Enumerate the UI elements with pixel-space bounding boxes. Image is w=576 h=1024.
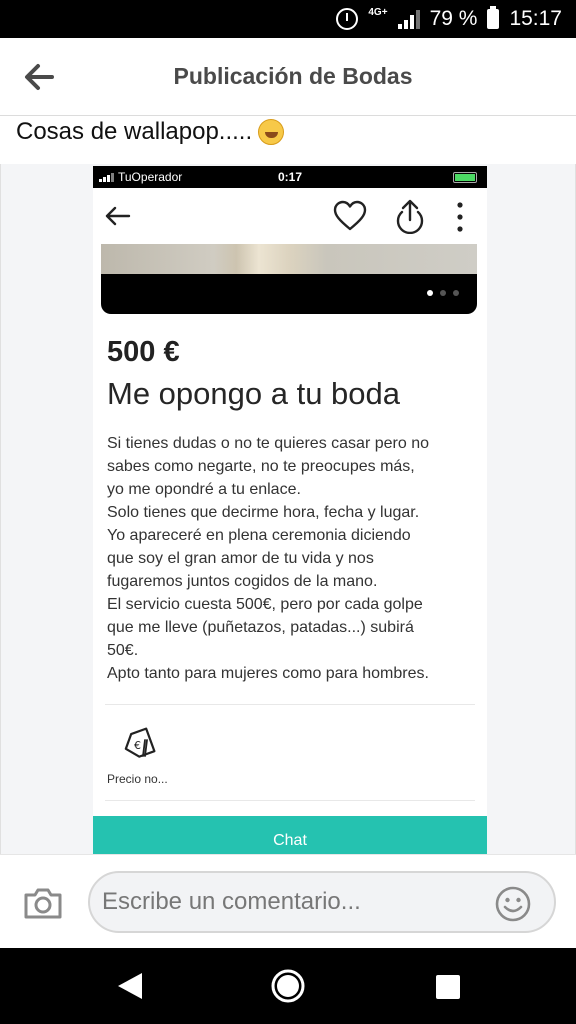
listing-description: Si tienes dudas o no te quieres casar pe… [107,432,479,685]
divider [105,704,475,705]
laughing-emoji-icon [258,119,285,145]
comment-input[interactable] [102,883,482,921]
status-bar: 4G+ 79 % 15:17 [0,0,576,38]
heart-icon [333,200,367,231]
price-negotiable-label: Precio no... [107,772,168,786]
description-line: que soy el gran amor de tu vida y nos [107,550,374,567]
listing-photo [101,244,477,314]
carousel-dots [427,290,459,296]
nav-home-icon[interactable] [270,968,306,1004]
more-options-icon [457,202,463,232]
back-arrow-icon[interactable] [22,60,56,94]
nav-back-icon[interactable] [116,971,144,1001]
description-line: Solo tienes que decirme hora, fecha y lu… [107,504,420,521]
nav-recents-icon[interactable] [436,975,460,999]
embedded-phone-screenshot: TuOperador 0:17 500 € Me opongo a tu bod… [93,166,487,854]
price-tag-icon: € [124,727,156,758]
svg-text:€: € [134,739,141,752]
post-image[interactable]: TuOperador 0:17 500 € Me opongo a tu bod… [0,164,576,854]
ios-status-bar: TuOperador 0:17 [93,166,487,188]
description-line: que me lleve (puñetazos, patadas...) sub… [107,619,414,636]
listing-header [93,188,487,244]
listing-photo-image [101,244,477,274]
divider [105,800,475,801]
app-bar: Publicación de Bodas [0,38,576,116]
camera-icon[interactable] [22,885,64,921]
description-line: yo me opondré a tu enlace. [107,481,301,498]
signal-icon [397,9,420,29]
emoji-picker-icon[interactable] [494,885,532,923]
system-nav-bar [0,948,576,1024]
clock: 15:17 [509,7,562,30]
listing-price: 500 € [107,336,180,368]
post-caption-text: Cosas de wallapop..... [16,118,253,145]
ios-time: 0:17 [277,170,303,184]
post-caption: Cosas de wallapop..... [16,118,285,146]
share-icon [396,199,424,234]
listing-back-icon [105,206,131,226]
description-line: El servicio cuesta 500€, pero por cada g… [107,596,423,613]
photo-carousel-strip [101,274,477,314]
ios-battery-icon [453,172,477,183]
comment-field [88,871,556,933]
network-type: 4G+ [368,6,388,18]
page-title: Publicación de Bodas [173,63,413,89]
description-line: Yo apareceré en plena ceremonia diciendo [107,527,411,544]
listing-title: Me opongo a tu boda [107,376,401,411]
description-line: 50€. [107,642,139,659]
description-line: Si tienes dudas o no te quieres casar pe… [107,435,429,452]
chat-button: Chat [93,816,487,854]
description-line: fugaremos juntos cogidos de la mano. [107,573,378,590]
alarm-icon [336,8,359,30]
battery-icon [487,6,500,29]
description-line: sabes como negarte, no te preocupes más, [107,458,415,475]
description-line: Apto tanto para mujeres como para hombre… [107,665,429,682]
comment-composer [0,854,576,948]
battery-percent: 79 % [429,7,478,30]
